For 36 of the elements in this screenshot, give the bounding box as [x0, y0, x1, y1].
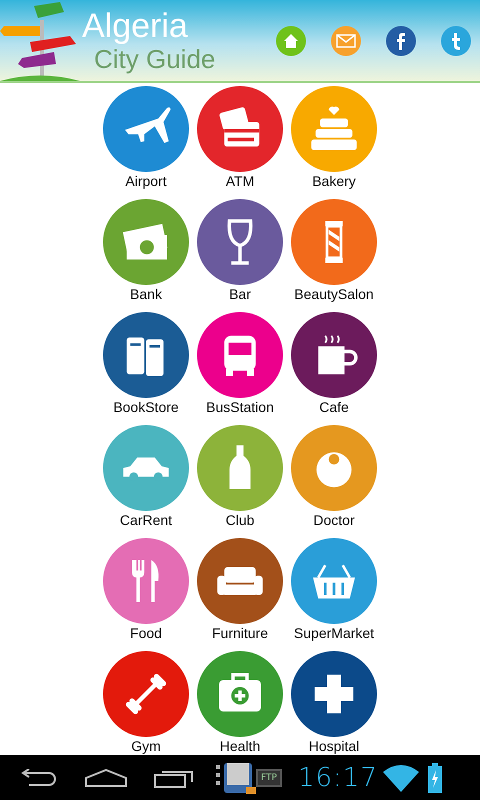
category-label: Furniture	[212, 624, 268, 642]
category-label: Food	[130, 624, 162, 642]
category-label: CarRent	[120, 511, 172, 529]
mail-icon	[336, 34, 356, 48]
wifi-icon	[382, 762, 420, 792]
app-title: Algeria	[82, 8, 189, 44]
category-label: ATM	[226, 172, 254, 190]
category-label: BookStore	[113, 398, 179, 416]
category-label: Bar	[229, 285, 251, 303]
app-subtitle: City Guide	[94, 44, 216, 74]
facebook-button[interactable]	[386, 26, 416, 56]
category-label: Bakery	[312, 172, 356, 190]
category-label: Club	[226, 511, 254, 529]
category-label: Bank	[130, 285, 162, 303]
category-label: SuperMarket	[294, 624, 374, 642]
category-label: Gym	[131, 737, 161, 755]
category-label: Cafe	[319, 398, 349, 416]
battery-icon	[428, 762, 442, 792]
category-label: Hospital	[308, 737, 360, 755]
mail-button[interactable]	[331, 26, 361, 56]
home-button[interactable]	[276, 26, 306, 56]
home-icon	[283, 32, 299, 48]
twitter-icon	[451, 32, 461, 50]
category-label: BusStation	[206, 398, 274, 416]
category-label: Health	[220, 737, 260, 755]
category-label: BeautySalon	[294, 285, 374, 303]
facebook-icon	[396, 32, 406, 50]
back-icon	[19, 768, 57, 786]
clock: 16:17	[298, 762, 378, 792]
app-notification-icon	[216, 760, 256, 794]
category-label: Doctor	[313, 511, 355, 529]
home-icon	[85, 768, 127, 786]
ftp-icon: FTP	[256, 768, 282, 786]
twitter-button[interactable]	[441, 26, 471, 56]
category-label: Airport	[125, 172, 167, 190]
signpost-icon	[0, 0, 80, 81]
